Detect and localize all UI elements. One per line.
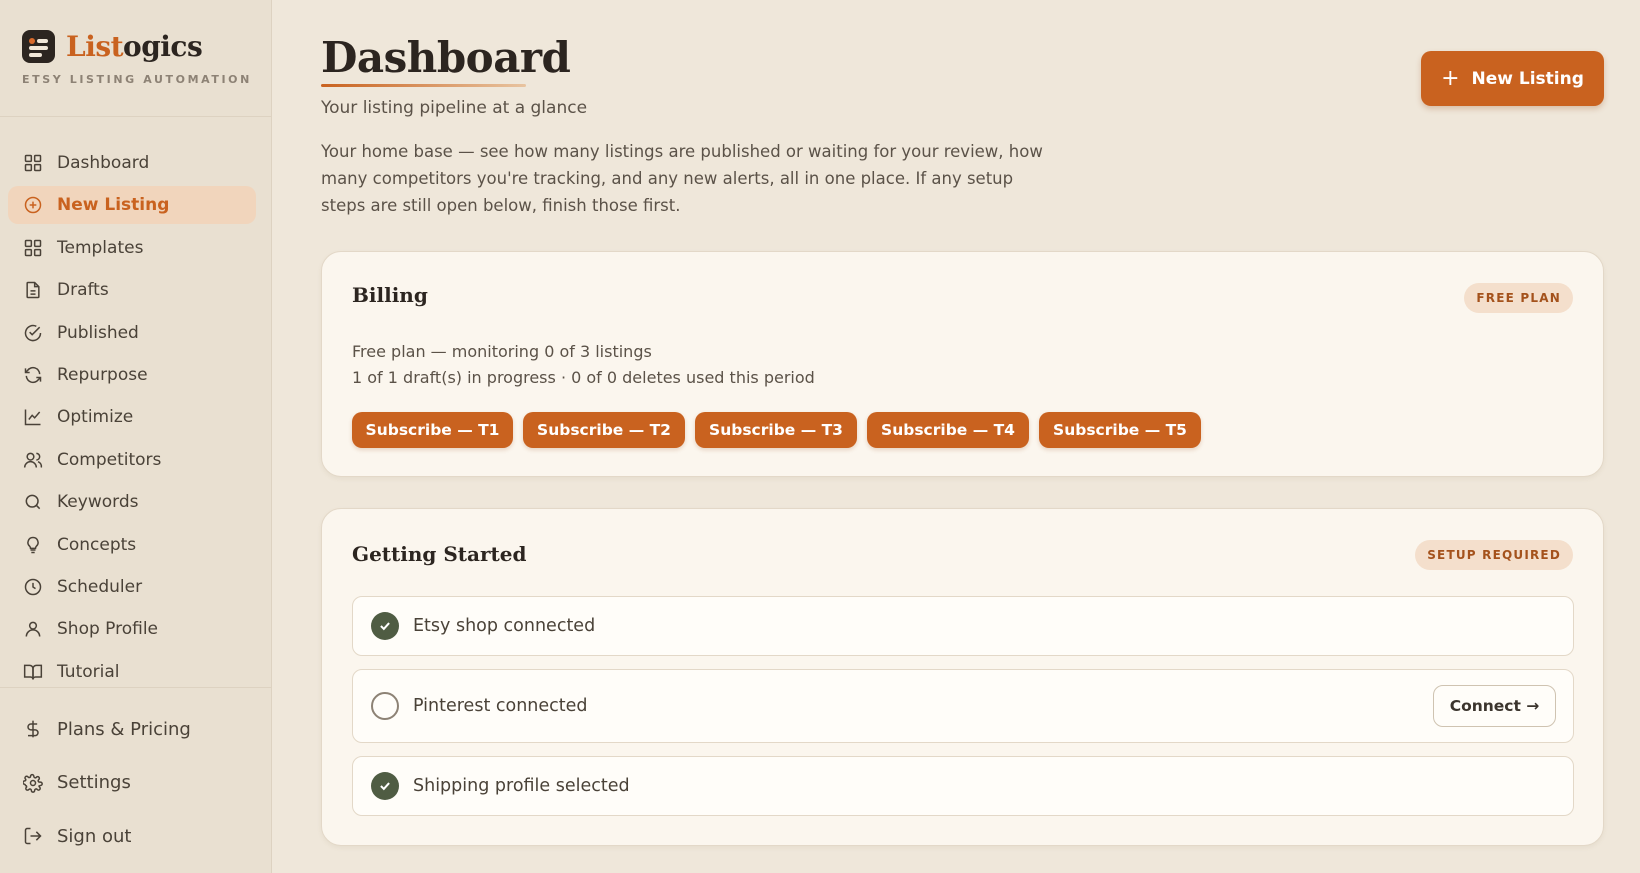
brand-name: Listogics <box>66 30 203 63</box>
sidebar-item-scheduler[interactable]: Scheduler <box>8 568 256 606</box>
sidebar-item-dashboard[interactable]: Dashboard <box>8 144 256 182</box>
page-subtitle: Your listing pipeline at a glance <box>321 98 588 118</box>
subscribe-t5-button[interactable]: Subscribe — T5 <box>1039 412 1201 448</box>
users-icon <box>22 449 44 471</box>
sidebar-item-label: Concepts <box>57 534 137 555</box>
plus-circle-icon <box>22 194 44 216</box>
document-icon <box>22 279 44 301</box>
sidebar-item-label: Scheduler <box>57 576 143 597</box>
new-listing-button[interactable]: + New Listing <box>1421 51 1604 106</box>
grid-icon <box>22 237 44 259</box>
plus-icon: + <box>1441 66 1460 91</box>
dollar-icon <box>22 718 44 740</box>
sidebar-item-label: Plans & Pricing <box>57 718 191 740</box>
getting-started-card: Getting Started SETUP REQUIRED Etsy shop… <box>321 508 1604 846</box>
sidebar-item-keywords[interactable]: Keywords <box>8 483 256 521</box>
sidebar-divider <box>0 687 272 688</box>
refresh-icon <box>22 364 44 386</box>
check-circle-icon <box>22 322 44 344</box>
sidebar-item-label: Tutorial <box>57 661 120 682</box>
sidebar-nav: Dashboard New Listing Templates Drafts P… <box>8 144 256 695</box>
brand-tagline: ETSY LISTING AUTOMATION <box>22 73 252 86</box>
sidebar-item-repurpose[interactable]: Repurpose <box>8 356 256 394</box>
grid-icon <box>22 152 44 174</box>
page-description: Your home base — see how many listings a… <box>321 142 1043 215</box>
step-etsy-shop: Etsy shop connected <box>352 596 1574 656</box>
subscribe-t2-button[interactable]: Subscribe — T2 <box>523 412 685 448</box>
new-listing-label: New Listing <box>1471 68 1584 89</box>
sidebar: Listogics ETSY LISTING AUTOMATION Dashbo… <box>0 0 272 873</box>
user-icon <box>22 618 44 640</box>
title-underline <box>321 84 526 87</box>
sidebar-item-published[interactable]: Published <box>8 314 256 352</box>
sidebar-item-optimize[interactable]: Optimize <box>8 398 256 436</box>
step-label: Pinterest connected <box>413 696 588 716</box>
plan-badge: FREE PLAN <box>1464 283 1573 313</box>
step-pinterest: Pinterest connected Connect → <box>352 669 1574 743</box>
billing-card: Billing FREE PLAN Free plan — monitoring… <box>321 251 1604 477</box>
sidebar-item-label: Repurpose <box>57 364 148 385</box>
sidebar-divider <box>0 116 272 117</box>
sidebar-item-settings[interactable]: Settings <box>8 763 256 803</box>
empty-circle-icon <box>371 692 399 720</box>
sidebar-item-label: Competitors <box>57 449 162 470</box>
setup-badge: SETUP REQUIRED <box>1415 540 1573 570</box>
sidebar-item-label: Dashboard <box>57 153 150 173</box>
gear-icon <box>22 772 44 794</box>
brand[interactable]: Listogics ETSY LISTING AUTOMATION <box>22 30 252 86</box>
book-icon <box>22 661 44 683</box>
step-shipping-profile: Shipping profile selected <box>352 756 1574 816</box>
billing-usage-line: Free plan — monitoring 0 of 3 listings <box>352 342 652 361</box>
sidebar-item-label: Sign out <box>57 825 132 847</box>
sidebar-item-label: Shop Profile <box>57 619 159 640</box>
subscribe-t1-button[interactable]: Subscribe — T1 <box>352 412 513 448</box>
clock-icon <box>22 576 44 598</box>
lightbulb-icon <box>22 534 44 556</box>
step-label: Etsy shop connected <box>413 616 596 636</box>
logo-icon <box>22 30 55 63</box>
sidebar-item-shop-profile[interactable]: Shop Profile <box>8 610 256 648</box>
search-icon <box>22 491 44 513</box>
check-icon <box>371 772 399 800</box>
line-chart-icon <box>22 406 44 428</box>
sidebar-item-concepts[interactable]: Concepts <box>8 526 256 564</box>
step-label: Shipping profile selected <box>413 776 630 796</box>
sidebar-item-templates[interactable]: Templates <box>8 229 256 267</box>
sidebar-item-plans-pricing[interactable]: Plans & Pricing <box>8 709 256 749</box>
sidebar-item-drafts[interactable]: Drafts <box>8 271 256 309</box>
subscribe-t4-button[interactable]: Subscribe — T4 <box>867 412 1029 448</box>
getting-started-title: Getting Started <box>352 542 527 566</box>
billing-title: Billing <box>352 283 428 307</box>
sidebar-item-new-listing[interactable]: New Listing <box>8 186 256 225</box>
sidebar-item-label: Drafts <box>57 280 109 301</box>
connect-pinterest-button[interactable]: Connect → <box>1433 685 1556 727</box>
billing-drafts-line: 1 of 1 draft(s) in progress · 0 of 0 del… <box>352 368 815 387</box>
page-title: Dashboard <box>321 33 571 82</box>
check-icon <box>371 612 399 640</box>
sidebar-item-label: Settings <box>57 772 131 793</box>
subscribe-t3-button[interactable]: Subscribe — T3 <box>695 412 857 448</box>
sidebar-item-tutorial[interactable]: Tutorial <box>8 653 256 691</box>
sidebar-item-label: Keywords <box>57 492 139 513</box>
sign-out-icon <box>22 825 44 847</box>
sidebar-item-label: New Listing <box>57 195 170 216</box>
sidebar-bottom-nav: Plans & Pricing Settings Sign out <box>8 709 256 870</box>
sidebar-item-sign-out[interactable]: Sign out <box>8 816 256 856</box>
sidebar-item-label: Optimize <box>57 407 134 428</box>
sidebar-item-label: Published <box>57 322 139 343</box>
sidebar-item-label: Templates <box>57 237 144 258</box>
sidebar-item-competitors[interactable]: Competitors <box>8 441 256 479</box>
